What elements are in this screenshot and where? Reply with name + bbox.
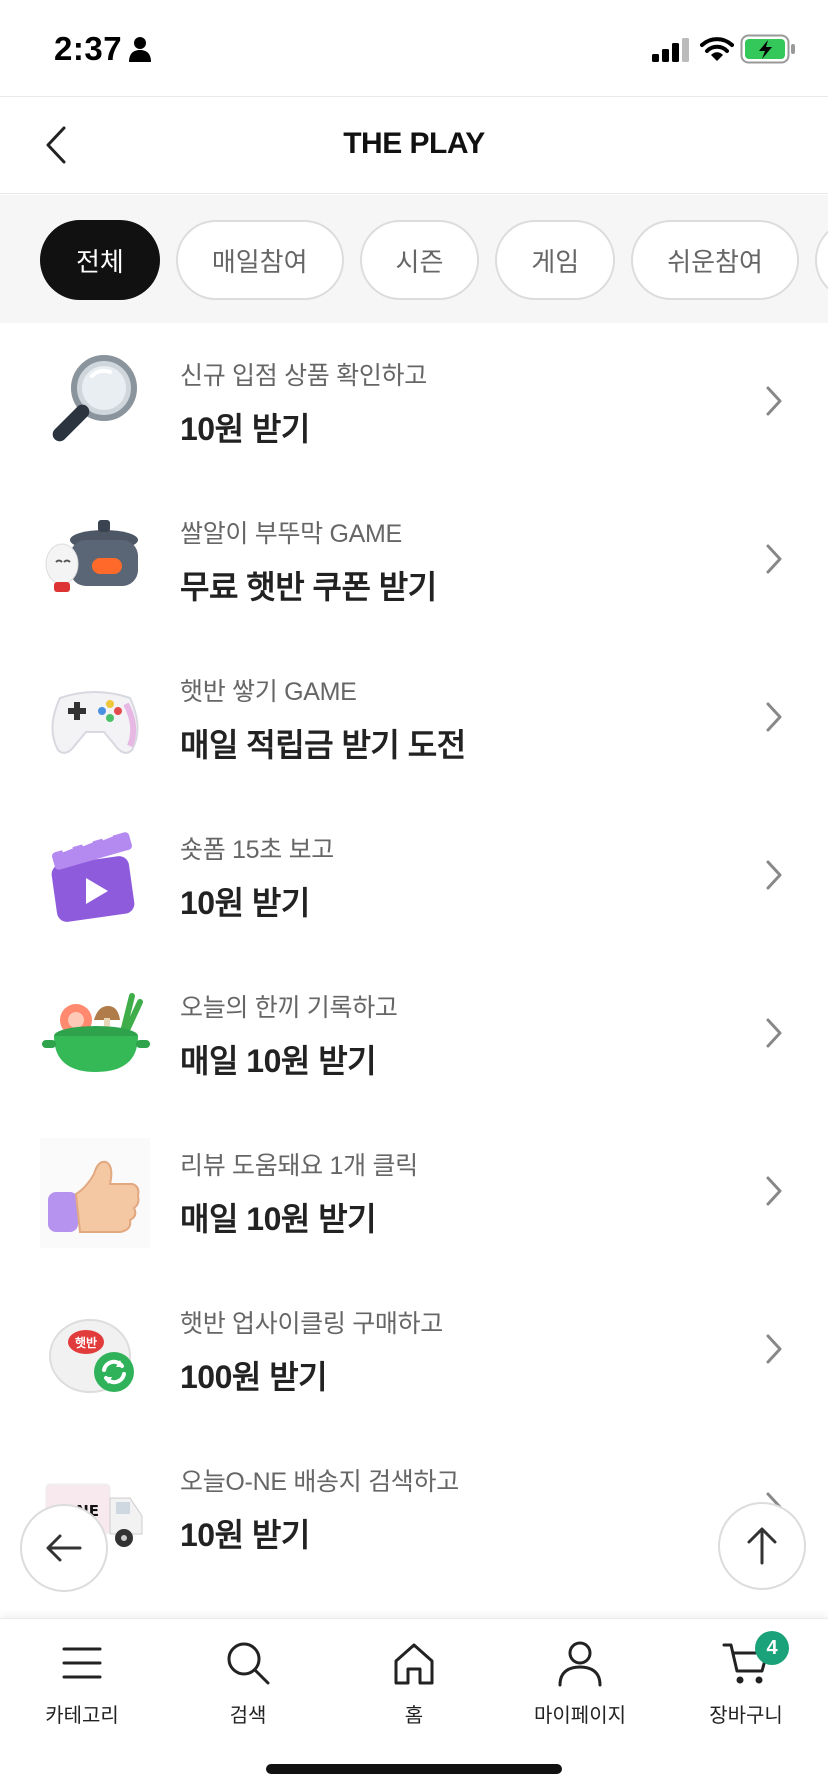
- arrow-up-icon: [747, 1527, 777, 1565]
- rice-cooker-icon: [45, 520, 138, 592]
- thumbs-up-icon: [40, 1138, 150, 1248]
- tab-more[interactable]: 쉬: [814, 220, 828, 300]
- nav-label: 카테고리: [45, 1705, 119, 1727]
- mission-item[interactable]: 오늘의 한끼 기록하고 매일 10원 받기: [0, 954, 828, 1112]
- tab-game[interactable]: 게임: [495, 220, 616, 300]
- rice-bowl-refresh-icon: 햇반: [49, 1319, 134, 1393]
- arrow-left-icon: [46, 1534, 82, 1562]
- mission-subtitle: 숏폼 15초 보고: [180, 836, 334, 864]
- mission-item[interactable]: 쌀알이 부뚜막 GAME 무료 햇반 쿠폰 받기: [0, 480, 828, 638]
- nav-label: 장바구니: [709, 1705, 783, 1727]
- nav-category[interactable]: 카테고리: [7, 1639, 157, 1728]
- tab-all[interactable]: 전체: [40, 220, 160, 300]
- mission-subtitle: 햇반 쌓기 GAME: [180, 678, 357, 706]
- mission-item[interactable]: 햇반 쌓기 GAME 매일 적립금 받기 도전: [0, 638, 828, 796]
- nav-home[interactable]: 홈: [339, 1639, 489, 1728]
- person-status-icon: [129, 37, 151, 62]
- mission-subtitle: 오늘의 한끼 기록하고: [180, 994, 398, 1022]
- person-icon: [558, 1641, 602, 1687]
- magnifier-icon: [52, 355, 137, 442]
- nav-label: 홈: [404, 1705, 424, 1727]
- tab-easy[interactable]: 쉬운참여: [631, 220, 799, 300]
- tab-daily[interactable]: 매일참여: [175, 220, 344, 300]
- chevron-right-icon: [766, 386, 782, 416]
- mission-title: 매일 10원 받기: [180, 1201, 377, 1237]
- cellular-signal-icon: [652, 38, 689, 62]
- nav-mypage[interactable]: 마이페이지: [505, 1639, 655, 1728]
- nav-label: 검색: [229, 1705, 267, 1727]
- bowl-label: 햇반: [75, 1335, 97, 1350]
- mission-subtitle: 햇반 업사이클링 구매하고: [180, 1310, 443, 1338]
- nav-search[interactable]: 검색: [173, 1639, 323, 1728]
- battery-charging-icon: [740, 34, 795, 64]
- mission-title: 매일 적립금 받기 도전: [180, 727, 466, 763]
- mission-item[interactable]: 햇반 햇반 업사이클링 구매하고 100원 받기: [0, 1270, 828, 1428]
- cart-count-badge: 4: [755, 1631, 789, 1665]
- status-time: 2:37: [54, 30, 123, 67]
- mission-item[interactable]: O-NE 오늘O-NE 배송지 검색하고 10원 받기: [0, 1428, 828, 1586]
- menu-icon: [62, 1647, 102, 1679]
- wifi-icon: [700, 37, 734, 61]
- mission-list: 신규 입점 상품 확인하고 10원 받기 쌀알이 부뚜막 GAME 무료 햇반 …: [0, 322, 828, 1586]
- mission-title: 무료 햇반 쿠폰 받기: [180, 569, 437, 605]
- mission-title: 10원 받기: [180, 411, 310, 447]
- status-bar: 2:37: [0, 0, 828, 96]
- mission-subtitle: 쌀알이 부뚜막 GAME: [180, 520, 402, 548]
- mission-title: 100원 받기: [180, 1359, 328, 1395]
- mission-item[interactable]: 신규 입점 상품 확인하고 10원 받기: [0, 322, 828, 480]
- scroll-to-top-button[interactable]: [718, 1502, 806, 1590]
- home-indicator: [266, 1764, 562, 1774]
- floating-back-button[interactable]: [20, 1504, 108, 1592]
- chevron-right-icon: [766, 702, 782, 732]
- cooking-pot-icon: [42, 993, 150, 1072]
- chevron-right-icon: [766, 1018, 782, 1048]
- chevron-right-icon: [766, 1176, 782, 1206]
- mission-title: 10원 받기: [180, 885, 310, 921]
- nav-cart[interactable]: 장바구니 4: [671, 1631, 821, 1728]
- tab-season[interactable]: 시즌: [359, 220, 480, 300]
- home-icon: [394, 1643, 434, 1685]
- gamepad-icon: [51, 691, 139, 754]
- chevron-right-icon: [766, 1334, 782, 1364]
- chevron-right-icon: [766, 860, 782, 890]
- chevron-right-icon: [766, 544, 782, 574]
- mission-title: 매일 10원 받기: [180, 1043, 377, 1079]
- mission-subtitle: 오늘O-NE 배송지 검색하고: [180, 1468, 459, 1496]
- filter-tabs: 전체 매일참여 시즌 게임 쉬운참여 쉬: [0, 195, 828, 323]
- top-header: THE PLAY: [0, 96, 828, 194]
- clapperboard-icon: [51, 831, 135, 922]
- page-title: THE PLAY: [343, 127, 485, 160]
- mission-title: 10원 받기: [180, 1517, 310, 1553]
- mission-item[interactable]: 숏폼 15초 보고 10원 받기: [0, 796, 828, 954]
- search-icon: [227, 1642, 270, 1685]
- nav-label: 마이페이지: [534, 1705, 626, 1727]
- mission-item[interactable]: 리뷰 도움돼요 1개 클릭 매일 10원 받기: [0, 1112, 828, 1270]
- mission-subtitle: 신규 입점 상품 확인하고: [180, 362, 427, 390]
- mission-subtitle: 리뷰 도움돼요 1개 클릭: [180, 1152, 418, 1180]
